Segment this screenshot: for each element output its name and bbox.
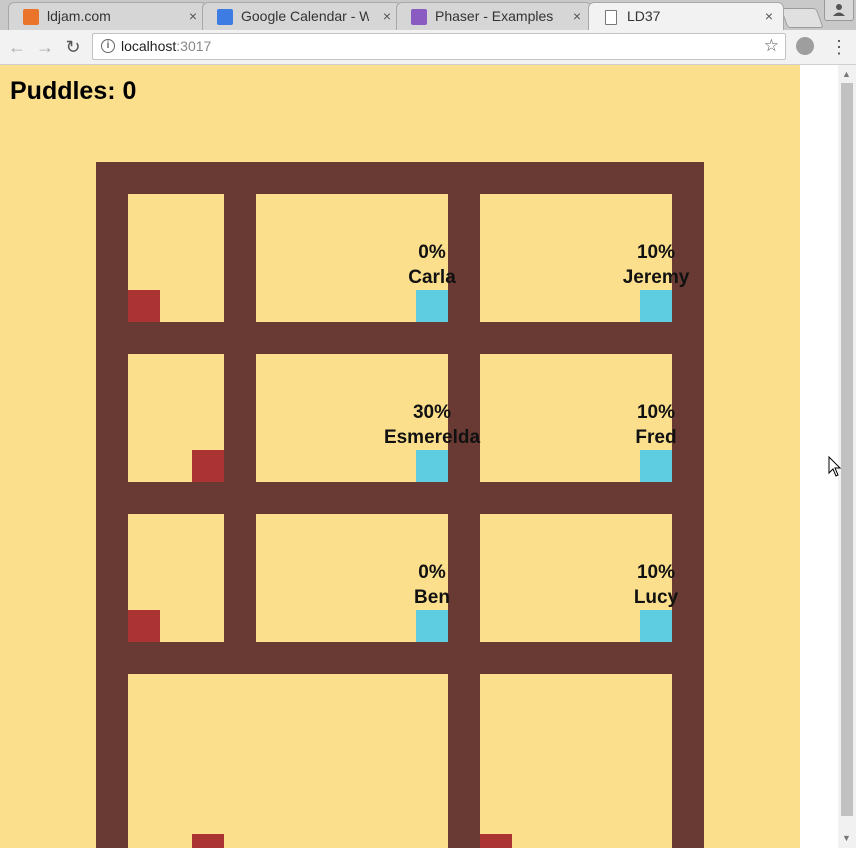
new-tab-button[interactable] (780, 8, 824, 28)
tab-ldjam[interactable]: ldjam.com × (8, 2, 208, 30)
page-favicon-icon (605, 10, 617, 25)
floor-3 (96, 642, 704, 674)
url-port: :3017 (176, 38, 212, 54)
person-ben[interactable] (416, 610, 448, 642)
tab-title: Phaser - Examples (435, 8, 554, 24)
url-text: localhost:3017 (121, 38, 211, 54)
inner-wall-1 (224, 162, 256, 642)
url-host: localhost (121, 38, 177, 54)
person-label-esmerelda: 30% Esmerelda (362, 400, 502, 450)
close-tab-icon[interactable]: × (189, 8, 197, 24)
floor-2 (96, 482, 704, 514)
profile-button[interactable] (824, 0, 854, 21)
person-carla[interactable] (416, 290, 448, 322)
person-jeremy[interactable] (640, 290, 672, 322)
calendar-favicon-icon (217, 9, 233, 25)
roof-wall (96, 162, 704, 194)
close-tab-icon[interactable]: × (383, 8, 391, 24)
puddle-tile (128, 610, 160, 642)
extension-icon[interactable] (796, 37, 814, 55)
person-percent: 10% (636, 242, 676, 263)
person-label-jeremy: 10% Jeremy (586, 240, 726, 290)
info-icon[interactable]: i (101, 39, 115, 53)
person-label-fred: 10% Fred (586, 400, 726, 450)
puddle-tile (192, 834, 224, 848)
reload-icon[interactable]: ↻ (62, 36, 84, 58)
person-icon (833, 4, 845, 16)
close-tab-icon[interactable]: × (765, 8, 773, 24)
tab-title: LD37 (627, 8, 661, 24)
back-icon[interactable]: ← (6, 36, 28, 58)
puddle-tile (128, 290, 160, 322)
puddles-score: Puddles: 0 (10, 77, 137, 105)
game-canvas[interactable]: Puddles: 0 0% Carla 10% Jeremy 30% Esmer… (0, 65, 800, 848)
person-name: Ben (414, 587, 450, 608)
tab-google-calendar[interactable]: Google Calendar - W × (202, 2, 402, 30)
bookmark-star-icon[interactable]: ☆ (764, 36, 779, 56)
person-percent: 10% (636, 402, 676, 423)
scrollbar-thumb[interactable] (841, 83, 853, 816)
puddle-tile (480, 834, 512, 848)
scroll-down-arrow-icon[interactable]: ▼ (842, 833, 851, 843)
mouse-pointer-icon (828, 456, 842, 477)
menu-kebab-icon[interactable]: ⋮ (830, 36, 848, 58)
close-tab-icon[interactable]: × (573, 8, 581, 24)
phaser-favicon-icon (411, 9, 427, 25)
puddle-tile (192, 450, 224, 482)
tab-title: ldjam.com (47, 8, 111, 24)
tab-title: Google Calendar - W (241, 8, 369, 24)
browser-toolbar: ← → ↻ i localhost:3017 ☆ ⋮ (0, 30, 856, 65)
person-name: Jeremy (622, 267, 690, 288)
person-esmerelda[interactable] (416, 450, 448, 482)
person-name: Lucy (633, 587, 679, 608)
person-lucy[interactable] (640, 610, 672, 642)
person-percent: 30% (412, 402, 452, 423)
person-fred[interactable] (640, 450, 672, 482)
person-label-ben: 0% Ben (362, 560, 502, 610)
forward-icon[interactable]: → (34, 36, 56, 58)
tab-phaser-examples[interactable]: Phaser - Examples × (396, 2, 592, 30)
person-label-carla: 0% Carla (362, 240, 502, 290)
ldjam-favicon-icon (23, 9, 39, 25)
address-bar[interactable]: i localhost:3017 ☆ (92, 33, 786, 60)
person-name: Fred (635, 427, 677, 448)
floor-1 (96, 322, 704, 354)
person-label-lucy: 10% Lucy (586, 560, 726, 610)
person-percent: 0% (418, 242, 446, 263)
person-percent: 0% (418, 562, 446, 583)
scroll-up-arrow-icon[interactable]: ▲ (842, 69, 851, 79)
tab-strip: ldjam.com × Google Calendar - W × Phaser… (0, 0, 856, 30)
person-percent: 10% (636, 562, 676, 583)
tab-ld37[interactable]: LD37 × (588, 2, 784, 30)
person-name: Carla (408, 267, 456, 288)
person-name: Esmerelda (383, 427, 481, 448)
